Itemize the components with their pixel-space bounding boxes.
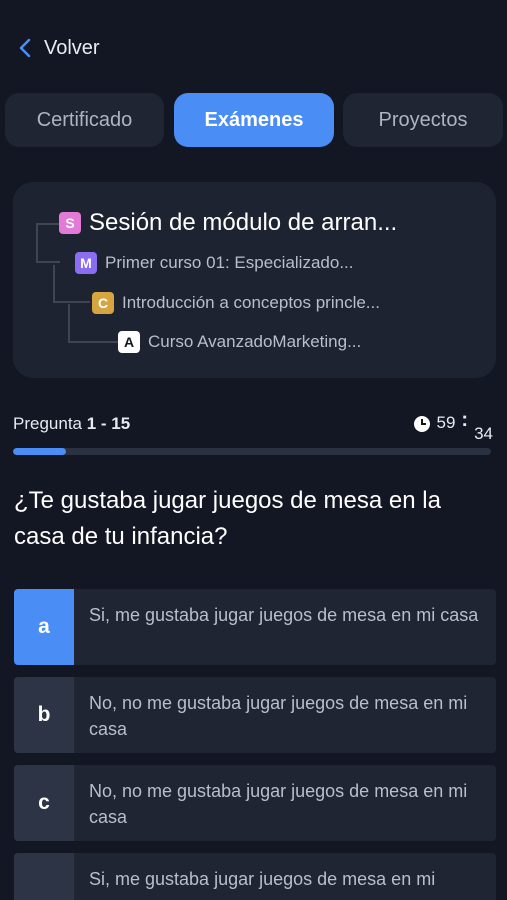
answer-option-c[interactable]: c No, no me gustaba jugar juegos de mesa… bbox=[14, 765, 496, 841]
tab-bar: Certificado Exámenes Proyectos bbox=[5, 93, 503, 147]
answer-text: No, no me gustaba jugar juegos de mesa e… bbox=[89, 781, 468, 827]
advanced-course-item[interactable]: A Curso AvanzadoMarketing... bbox=[118, 331, 361, 353]
clock-icon bbox=[414, 416, 431, 432]
answer-text: Si, me gustaba jugar juegos de mesa en m… bbox=[89, 869, 436, 889]
course-item[interactable]: C Introducción a conceptos princle... bbox=[92, 292, 380, 314]
module-badge: M bbox=[75, 252, 97, 274]
progress-bar-fill bbox=[13, 448, 66, 455]
question-header: Pregunta 1 - 15 59 : 34 bbox=[13, 410, 493, 443]
tab-proyectos[interactable]: Proyectos bbox=[343, 93, 503, 147]
tree-connector bbox=[36, 223, 60, 263]
chevron-left-icon bbox=[18, 37, 32, 59]
tab-examenes[interactable]: Exámenes bbox=[174, 93, 334, 147]
session-badge: S bbox=[59, 212, 81, 234]
back-button[interactable]: Volver bbox=[18, 30, 100, 66]
tab-certificado[interactable]: Certificado bbox=[5, 93, 164, 147]
answer-letter: c bbox=[14, 765, 74, 841]
answer-option-b[interactable]: b No, no me gustaba jugar juegos de mesa… bbox=[14, 677, 496, 753]
answer-letter bbox=[14, 853, 74, 900]
question-text: ¿Te gustaba jugar juegos de mesa en la c… bbox=[14, 487, 441, 550]
module-breadcrumb-card: S Sesión de módulo de arran... M Primer … bbox=[13, 182, 496, 378]
progress-bar bbox=[13, 448, 491, 455]
back-label: Volver bbox=[44, 36, 100, 59]
timer-separator: : bbox=[461, 409, 469, 431]
question-counter-range: 1 - 15 bbox=[86, 414, 131, 433]
module-item-label: Primer curso 01: Especializado... bbox=[105, 253, 354, 272]
module-item[interactable]: M Primer curso 01: Especializado... bbox=[75, 252, 354, 274]
advanced-course-label: Curso AvanzadoMarketing... bbox=[148, 332, 362, 351]
module-session-title: Sesión de módulo de arran... bbox=[89, 209, 398, 236]
course-item-label: Introducción a conceptos princle... bbox=[122, 293, 380, 312]
course-badge: C bbox=[92, 292, 114, 314]
answer-option-a[interactable]: a Si, me gustaba jugar juegos de mesa en… bbox=[14, 589, 496, 665]
question-counter-label: Pregunta bbox=[13, 414, 82, 433]
answer-letter: b bbox=[14, 677, 74, 753]
timer-seconds: 34 bbox=[474, 424, 493, 443]
advanced-badge: A bbox=[118, 331, 140, 353]
question-counter: Pregunta 1 - 15 bbox=[13, 414, 130, 434]
answer-text: Si, me gustaba jugar juegos de mesa en m… bbox=[89, 605, 479, 625]
module-session-item[interactable]: S Sesión de módulo de arran... bbox=[59, 209, 397, 237]
timer-minutes: 59 bbox=[436, 413, 456, 432]
answer-letter: a bbox=[14, 589, 74, 665]
answer-list: a Si, me gustaba jugar juegos de mesa en… bbox=[14, 589, 496, 900]
timer: 59 : 34 bbox=[414, 410, 493, 444]
answer-text: No, no me gustaba jugar juegos de mesa e… bbox=[89, 693, 468, 739]
answer-option-d[interactable]: Si, me gustaba jugar juegos de mesa en m… bbox=[14, 853, 496, 900]
